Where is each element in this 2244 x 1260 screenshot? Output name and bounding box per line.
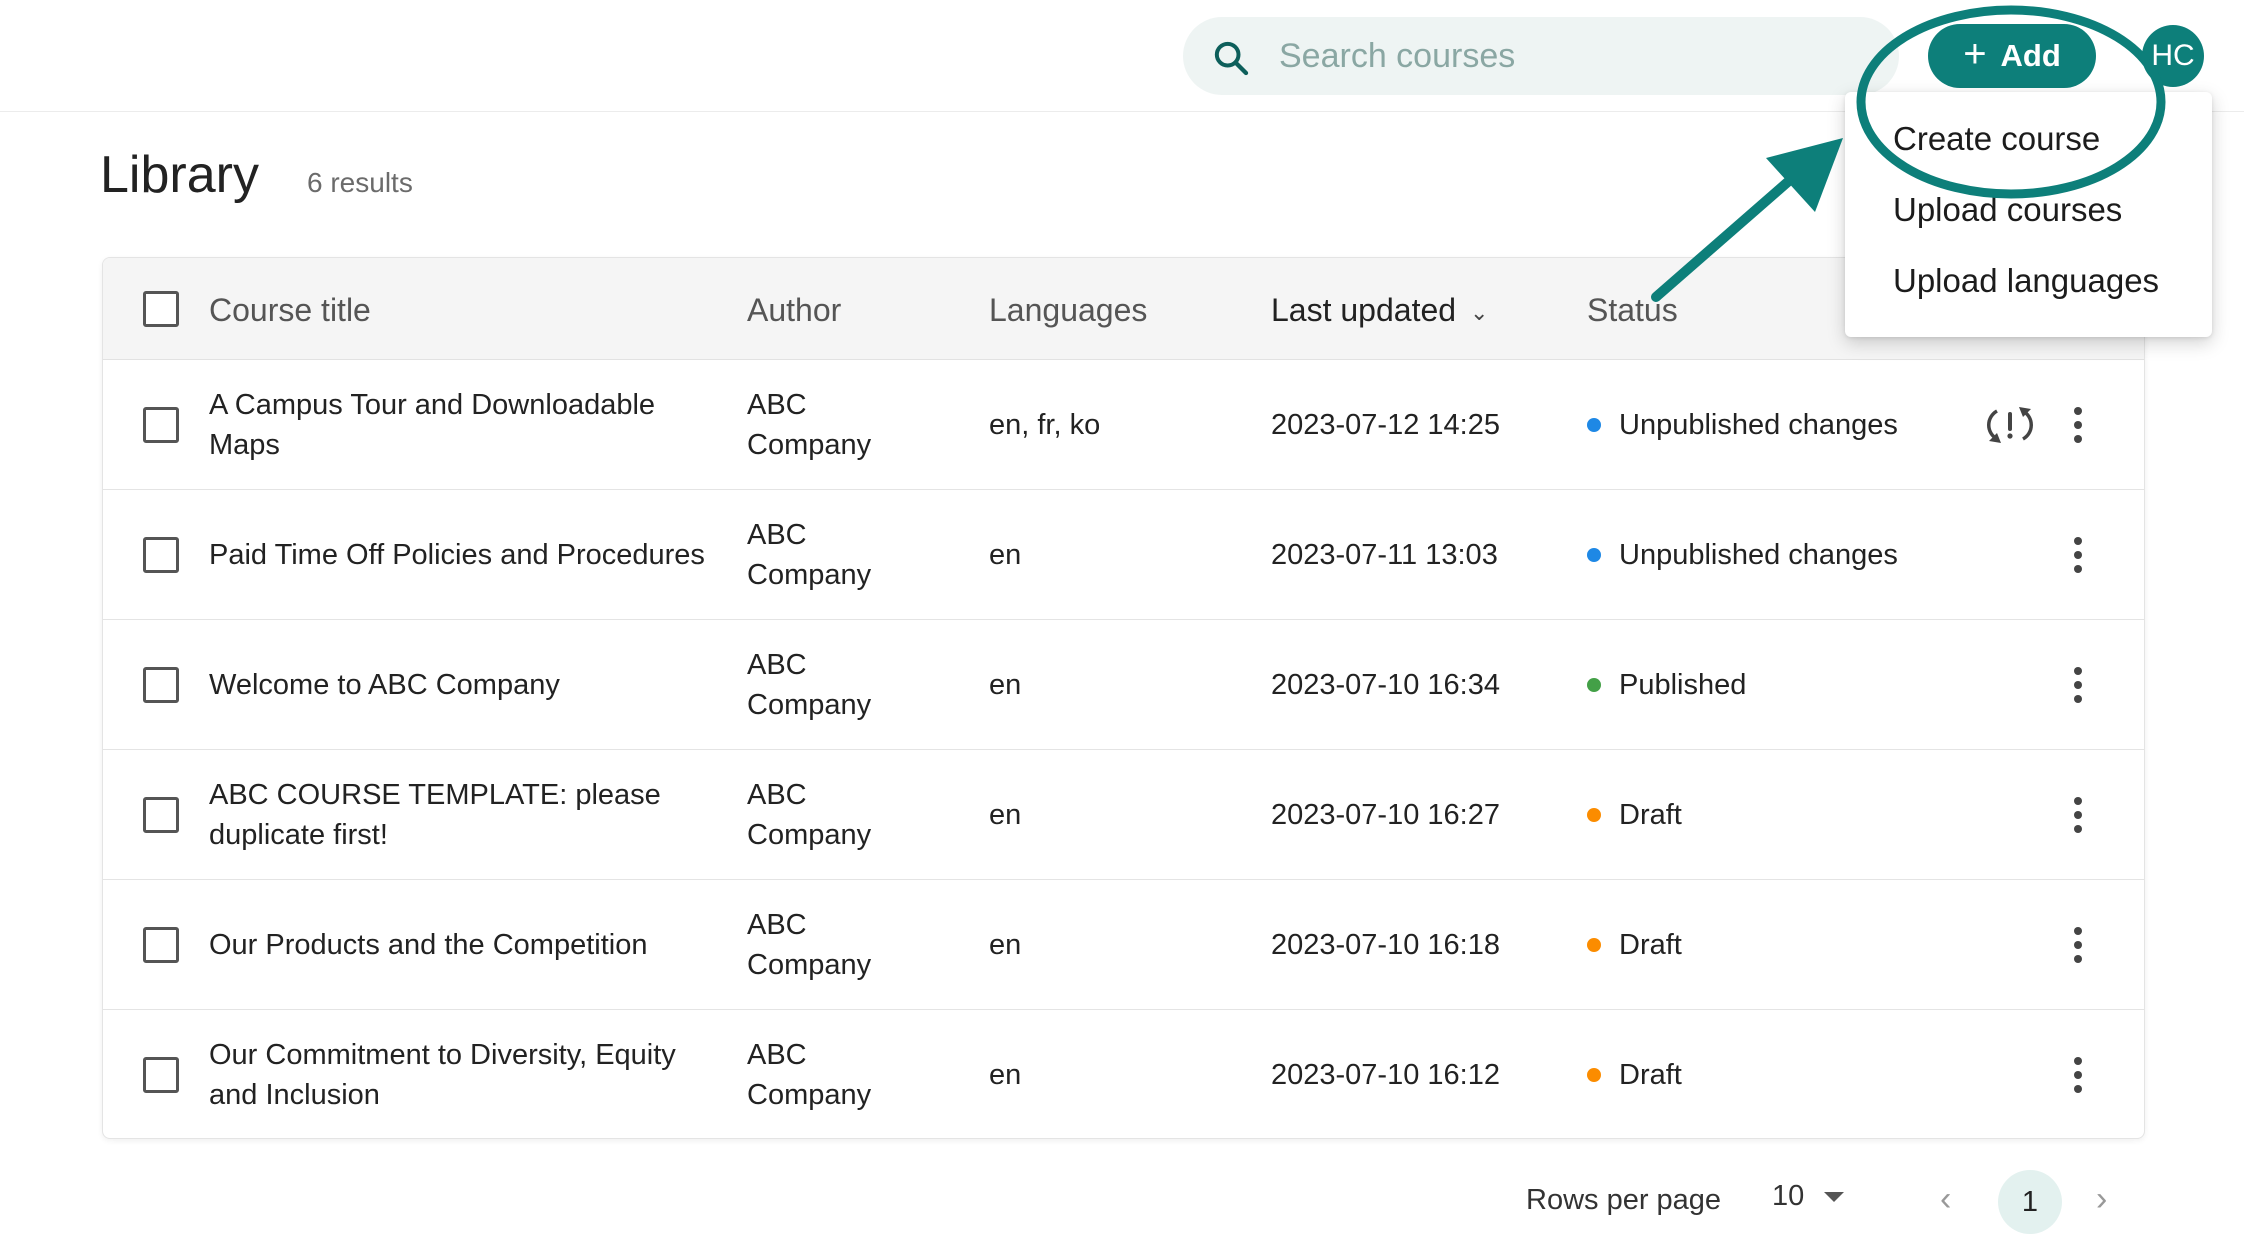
status-badge: Unpublished changes: [1587, 490, 1967, 620]
courses-table: Course title Author Languages Last updat…: [102, 257, 2145, 1139]
search-input[interactable]: [1279, 17, 1859, 95]
chevron-down-icon: ⌄: [1470, 299, 1489, 325]
menu-item-upload-courses[interactable]: Upload courses: [1893, 191, 2122, 229]
course-author: ABC Company: [747, 779, 872, 851]
more-options-icon[interactable]: [2063, 790, 2093, 840]
annotation-arrow-head: [1766, 138, 1843, 212]
select-all-checkbox[interactable]: [143, 291, 179, 327]
rows-per-page-label: Rows per page: [1526, 1184, 1722, 1216]
table-row[interactable]: Our Commitment to Diversity, Equity and …: [103, 1010, 2144, 1138]
menu-item-create-course[interactable]: Create course: [1893, 120, 2100, 158]
more-options-icon[interactable]: [2063, 400, 2093, 450]
search-icon: [1214, 41, 1249, 76]
next-page-button[interactable]: ›: [2096, 1180, 2107, 1219]
table-row[interactable]: Paid Time Off Policies and Procedures AB…: [103, 490, 2144, 620]
status-dot: [1587, 418, 1601, 432]
status-label: Draft: [1619, 1059, 1682, 1091]
add-button[interactable]: + Add: [1928, 24, 2096, 88]
row-checkbox[interactable]: [143, 1057, 179, 1093]
course-languages: en: [989, 799, 1022, 831]
caret-down-icon: [1824, 1191, 1845, 1202]
status-badge: Draft: [1587, 1010, 1967, 1138]
column-author[interactable]: Author: [747, 292, 841, 329]
menu-item-upload-languages[interactable]: Upload languages: [1893, 262, 2159, 300]
add-button-label: Add: [2000, 38, 2061, 73]
table-header: Course title Author Languages Last updat…: [103, 258, 2144, 360]
course-author: ABC Company: [747, 519, 872, 591]
status-badge: Unpublished changes: [1587, 360, 1967, 490]
plus-icon: +: [1963, 32, 1987, 76]
avatar[interactable]: HC: [2142, 25, 2204, 87]
results-count: 6 results: [307, 167, 413, 198]
rows-per-page-select[interactable]: 10: [1772, 1180, 1845, 1213]
course-languages: en, fr, ko: [989, 409, 1101, 441]
column-status[interactable]: Status: [1587, 292, 1678, 329]
previous-page-button[interactable]: ‹: [1940, 1180, 1951, 1219]
course-author: ABC Company: [747, 649, 872, 721]
page-title: Library: [100, 146, 259, 204]
status-label: Unpublished changes: [1619, 539, 1898, 571]
column-course-title[interactable]: Course title: [209, 292, 371, 329]
more-options-icon[interactable]: [2063, 920, 2093, 970]
status-dot: [1587, 678, 1601, 692]
status-label: Unpublished changes: [1619, 409, 1898, 441]
rows-per-page-value: 10: [1772, 1180, 1805, 1212]
table-row[interactable]: A Campus Tour and Downloadable Maps ABC …: [103, 360, 2144, 490]
course-last-updated: 2023-07-10 16:18: [1271, 929, 1500, 961]
status-badge: Draft: [1587, 750, 1967, 880]
course-last-updated: 2023-07-10 16:34: [1271, 669, 1500, 701]
course-languages: en: [989, 929, 1022, 961]
course-author: ABC Company: [747, 389, 872, 461]
course-last-updated: 2023-07-10 16:27: [1271, 799, 1500, 831]
status-badge: Draft: [1587, 880, 1967, 1010]
status-dot: [1587, 1068, 1601, 1082]
course-languages: en: [989, 669, 1022, 701]
course-title[interactable]: Our Products and the Competition: [209, 880, 729, 1010]
sync-warning-icon[interactable]: [1985, 403, 2035, 447]
status-badge: Published: [1587, 620, 1967, 750]
course-title[interactable]: A Campus Tour and Downloadable Maps: [209, 360, 729, 490]
course-title[interactable]: Paid Time Off Policies and Procedures: [209, 490, 729, 620]
course-title[interactable]: Welcome to ABC Company: [209, 620, 729, 750]
table-row[interactable]: Our Products and the Competition ABC Com…: [103, 880, 2144, 1010]
course-languages: en: [989, 1059, 1022, 1091]
row-checkbox[interactable]: [143, 537, 179, 573]
course-last-updated: 2023-07-12 14:25: [1271, 409, 1500, 441]
course-last-updated: 2023-07-10 16:12: [1271, 1059, 1500, 1091]
course-languages: en: [989, 539, 1022, 571]
status-label: Draft: [1619, 799, 1682, 831]
course-last-updated: 2023-07-11 13:03: [1271, 539, 1498, 571]
row-checkbox[interactable]: [143, 797, 179, 833]
row-checkbox[interactable]: [143, 407, 179, 443]
add-dropdown-menu: Create course Upload courses Upload lang…: [1845, 92, 2212, 337]
search-bar[interactable]: [1183, 17, 1899, 95]
course-author: ABC Company: [747, 909, 872, 981]
more-options-icon[interactable]: [2063, 530, 2093, 580]
more-options-icon[interactable]: [2063, 660, 2093, 710]
status-label: Published: [1619, 669, 1747, 701]
page-number-button[interactable]: 1: [1998, 1170, 2062, 1234]
row-checkbox[interactable]: [143, 927, 179, 963]
course-title[interactable]: Our Commitment to Diversity, Equity and …: [209, 1010, 729, 1138]
row-checkbox[interactable]: [143, 667, 179, 703]
course-author: ABC Company: [747, 1039, 872, 1111]
column-languages[interactable]: Languages: [989, 292, 1147, 329]
more-options-icon[interactable]: [2063, 1050, 2093, 1100]
table-row[interactable]: Welcome to ABC Company ABC Company en 20…: [103, 620, 2144, 750]
table-row[interactable]: ABC COURSE TEMPLATE: please duplicate fi…: [103, 750, 2144, 880]
status-dot: [1587, 808, 1601, 822]
column-last-updated[interactable]: Last updated ⌄: [1271, 292, 1488, 329]
course-title[interactable]: ABC COURSE TEMPLATE: please duplicate fi…: [209, 750, 729, 880]
column-last-updated-label: Last updated: [1271, 292, 1457, 328]
status-label: Draft: [1619, 929, 1682, 961]
status-dot: [1587, 938, 1601, 952]
status-dot: [1587, 548, 1601, 562]
